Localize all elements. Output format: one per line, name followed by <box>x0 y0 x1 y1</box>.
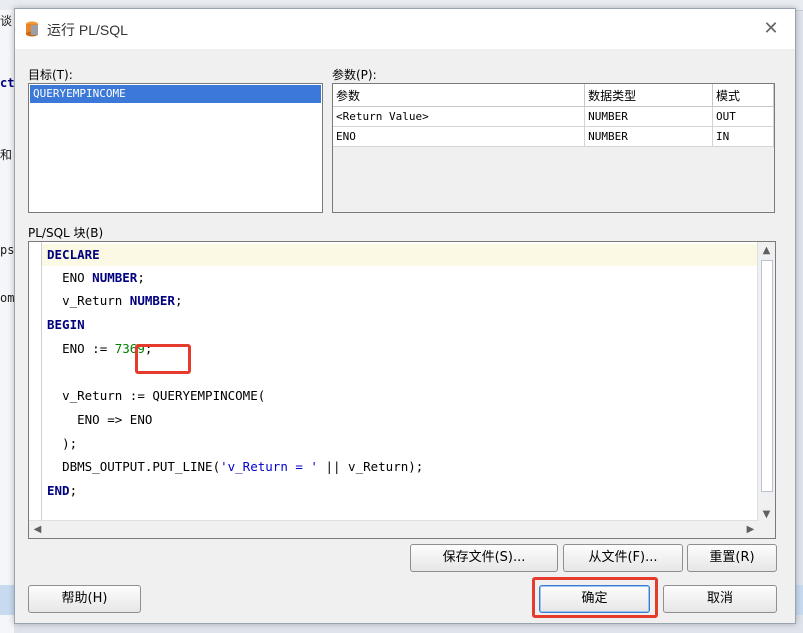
put-line-prefix: DBMS_OUTPUT.PUT_LINE( <box>62 459 221 474</box>
param-header-type[interactable]: 数据类型 <box>584 84 714 107</box>
code-line: DBMS_OUTPUT.PUT_LINE('v_Return = ' || v_… <box>47 456 423 478</box>
keyword-number: NUMBER <box>129 293 175 308</box>
keyword-number: NUMBER <box>92 270 138 285</box>
table-row[interactable]: <Return Value> NUMBER OUT <box>333 106 774 127</box>
background-text-fragment: 谈 <box>0 14 13 28</box>
semicolon: ; <box>174 293 183 308</box>
params-table-container: 参数 数据类型 模式 <Return Value> NUMBER OUT ENO… <box>332 83 775 213</box>
param-name-cell: ENO <box>333 126 586 147</box>
code-line: END; <box>47 480 77 502</box>
code-line: BEGIN <box>47 314 85 336</box>
scroll-thumb[interactable] <box>761 260 773 492</box>
identifier-eno: ENO <box>62 270 93 285</box>
param-type-cell: NUMBER <box>584 126 714 147</box>
put-line-suffix: || v_Return); <box>317 459 424 474</box>
eno-assignment: ENO := <box>62 341 115 356</box>
scroll-left-icon[interactable]: ◀ <box>29 521 46 538</box>
background-text-fragment: 和 <box>0 148 13 162</box>
identifier-v-return: v_Return <box>62 293 130 308</box>
current-line-highlight <box>42 244 759 266</box>
string-literal: 'v_Return = ' <box>220 459 318 474</box>
function-argument: ENO => ENO <box>77 412 153 427</box>
param-type-cell: NUMBER <box>584 106 714 127</box>
param-mode-cell: OUT <box>712 106 774 127</box>
target-label: 目标(T): <box>28 68 73 82</box>
scroll-up-icon[interactable]: ▲ <box>758 242 775 259</box>
editor-gutter <box>29 242 42 522</box>
background-app-left-strip <box>0 10 14 633</box>
param-header-name[interactable]: 参数 <box>333 84 586 107</box>
params-header-row: 参数 数据类型 模式 <box>333 84 774 107</box>
cancel-button[interactable]: 取消 <box>663 585 777 613</box>
dialog-titlebar: 运行 PL/SQL ✕ <box>15 9 795 49</box>
plsql-block-label: PL/SQL 块(B) <box>28 226 104 240</box>
semicolon: ; <box>137 270 145 285</box>
param-name-cell: <Return Value> <box>333 106 586 127</box>
vertical-scrollbar[interactable]: ▲ ▼ <box>757 242 775 523</box>
params-label: 参数(P): <box>332 68 377 82</box>
keyword-begin: BEGIN <box>47 317 85 332</box>
target-list[interactable]: QUERYEMPINCOME <box>28 83 323 213</box>
code-line: v_Return NUMBER; <box>47 290 182 312</box>
plsql-code-editor[interactable]: DECLARE ENO NUMBER; v_Return NUMBER; BEG… <box>28 241 776 539</box>
target-item[interactable]: QUERYEMPINCOME <box>30 85 321 103</box>
table-row[interactable]: ENO NUMBER IN <box>333 126 774 147</box>
code-line: ENO => ENO <box>47 409 152 431</box>
function-call: v_Return := QUERYEMPINCOME( <box>62 388 266 403</box>
from-file-button[interactable]: 从文件(F)... <box>563 544 683 572</box>
code-line: DECLARE <box>47 244 100 266</box>
database-icon <box>26 21 38 37</box>
run-plsql-dialog: 运行 PL/SQL ✕ 目标(T): QUERYEMPINCOME 参数(P):… <box>14 8 796 624</box>
background-text-fragment: om <box>0 291 15 305</box>
background-text-fragment: ps <box>0 243 15 257</box>
keyword-end: END <box>47 483 70 498</box>
code-line: ENO NUMBER; <box>47 267 145 289</box>
keyword-declare: DECLARE <box>47 247 100 262</box>
close-icon[interactable]: ✕ <box>761 19 781 39</box>
param-header-mode[interactable]: 模式 <box>712 84 774 107</box>
close-paren: ); <box>62 436 78 451</box>
scrollbar-corner <box>758 521 775 538</box>
semicolon: ; <box>69 483 78 498</box>
params-table: 参数 数据类型 模式 <Return Value> NUMBER OUT ENO… <box>333 84 774 147</box>
horizontal-scrollbar[interactable]: ◀ ▶ <box>29 520 759 538</box>
help-button[interactable]: 帮助(H) <box>28 585 141 613</box>
highlight-box-eno-value <box>135 344 191 374</box>
reset-button[interactable]: 重置(R) <box>687 544 777 572</box>
param-mode-cell: IN <box>712 126 774 147</box>
highlight-box-ok-button <box>532 577 658 618</box>
code-line: ); <box>47 433 77 455</box>
code-line: v_Return := QUERYEMPINCOME( <box>47 385 265 407</box>
background-text-fragment: ct <box>0 76 15 90</box>
dialog-title: 运行 PL/SQL <box>47 22 128 38</box>
scroll-right-icon[interactable]: ▶ <box>742 521 759 538</box>
save-file-button[interactable]: 保存文件(S)... <box>410 544 558 572</box>
